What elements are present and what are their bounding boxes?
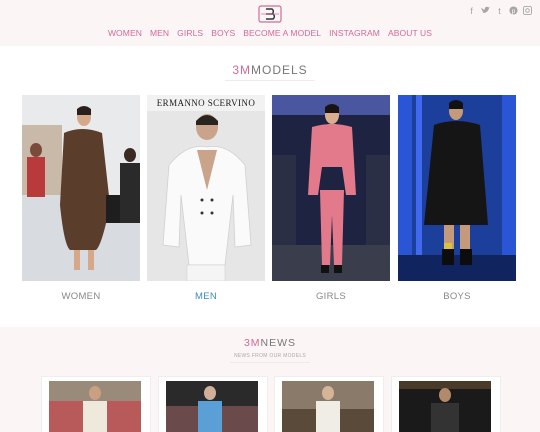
tumblr-icon[interactable]: t xyxy=(495,6,504,16)
nav-girls[interactable]: GIRLS xyxy=(177,28,203,38)
news-card[interactable] xyxy=(41,376,151,432)
model-card-men[interactable]: ERMANNO SCERVINO xyxy=(147,95,265,281)
main-nav: WOMEN MEN GIRLS BOYS BECOME A MODEL INST… xyxy=(0,28,540,38)
news-photo xyxy=(399,381,491,432)
nav-become-a-model[interactable]: BECOME A MODEL xyxy=(243,28,321,38)
social-links: f t p xyxy=(467,6,532,16)
news-photo xyxy=(49,381,141,432)
girls-photo xyxy=(272,95,390,281)
women-photo xyxy=(22,95,140,281)
nav-about-us[interactable]: ABOUT US xyxy=(388,28,432,38)
model-card-women[interactable] xyxy=(22,95,140,281)
brand-logo[interactable] xyxy=(258,5,282,23)
card-label-men[interactable]: MEN xyxy=(147,291,265,302)
twitter-icon[interactable] xyxy=(481,6,490,16)
card-label-women[interactable]: WOMEN xyxy=(22,291,140,302)
model-card-boys[interactable] xyxy=(398,95,516,281)
news-card[interactable] xyxy=(158,376,268,432)
news-photo xyxy=(166,381,258,432)
news-section-title: 3MNEWS xyxy=(243,337,297,349)
pinterest-icon[interactable]: p xyxy=(509,6,518,16)
nav-women[interactable]: WOMEN xyxy=(108,28,142,38)
news-card[interactable] xyxy=(274,376,384,432)
news-photo xyxy=(282,381,374,432)
nav-boys[interactable]: BOYS xyxy=(211,28,235,38)
nav-men[interactable]: MEN xyxy=(150,28,169,38)
men-card-overlay-text: ERMANNO SCERVINO xyxy=(157,98,256,108)
boys-photo xyxy=(398,95,516,281)
instagram-icon[interactable] xyxy=(523,6,532,16)
facebook-icon[interactable]: f xyxy=(467,6,476,16)
svg-text:p: p xyxy=(512,8,516,15)
models-section-title: 3MMODELS xyxy=(232,63,308,77)
news-title-divider xyxy=(230,362,310,363)
site-header: f t p WOMEN MEN GIRLS BOYS BECOME A MODE… xyxy=(0,0,540,46)
card-label-boys[interactable]: BOYS xyxy=(398,291,516,302)
men-photo: ERMANNO SCERVINO xyxy=(147,95,265,281)
news-card[interactable] xyxy=(391,376,501,432)
title-divider xyxy=(225,80,315,81)
nav-instagram[interactable]: INSTAGRAM xyxy=(329,28,380,38)
model-card-girls[interactable] xyxy=(272,95,390,281)
card-label-girls[interactable]: GIRLS xyxy=(272,291,390,302)
news-subtitle: NEWS FROM OUR MODELS xyxy=(233,353,307,359)
